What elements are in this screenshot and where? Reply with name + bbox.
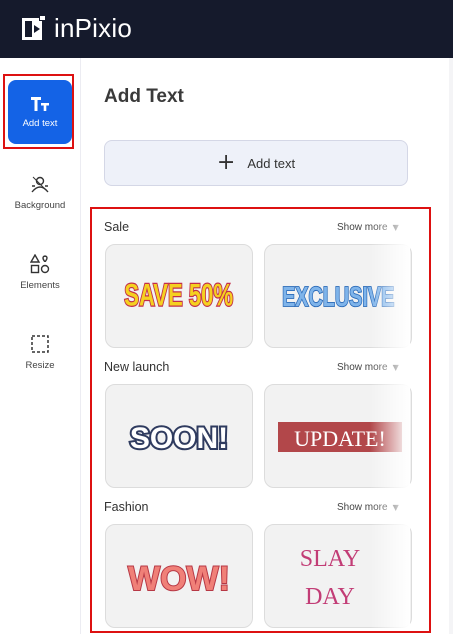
text-preset-exclusive[interactable]: EXCLUSIVE [264,244,412,348]
preset-art: SAVE 50% [123,277,234,314]
preset-text: SOON! [130,422,228,455]
section-title-new-launch: New launch [104,360,170,374]
preset-text: UPDATE! [294,426,386,451]
chevron-down-icon: ▼ [392,363,399,372]
show-more-label: Show more [337,362,388,373]
rail-item-label: Elements [20,279,60,291]
text-preset-update[interactable]: UPDATE! [264,384,412,488]
rail-item-label: Add text [22,117,58,129]
rail-item-elements[interactable]: Elements [8,240,72,304]
show-more-label: Show more [337,222,388,233]
app-name: inPixio [54,13,132,43]
preset-text: WOW! [128,560,230,598]
resize-icon [31,334,49,353]
top-bar: inPixio [0,0,453,58]
add-text-button-label: Add text [247,155,296,171]
chevron-down-icon: ▼ [392,503,399,512]
text-type-icon [31,96,49,111]
show-more-new-launch[interactable]: Show more ▼ [337,362,399,373]
text-preset-soon[interactable]: SOON! [105,384,253,488]
chevron-down-icon: ▼ [392,223,399,232]
rail-item-resize[interactable]: Resize [8,320,72,384]
background-icon [31,176,49,192]
rail-item-add-text[interactable]: Add text [8,80,72,144]
text-preset-wow[interactable]: WOW! [105,524,253,628]
add-text-button[interactable]: + Add text [104,140,408,186]
plus-icon: + [216,150,236,175]
rail-item-label: Resize [25,359,55,371]
show-more-sale[interactable]: Show more ▼ [337,222,399,233]
preset-art: UPDATE! [278,422,402,452]
preset-art: WOW! [127,559,231,599]
rail-item-label: Background [14,199,66,211]
preset-art: EXCLUSIVE [281,281,395,314]
text-preset-slay-day[interactable]: SLAY DAY [264,524,412,628]
preset-art: SLAY DAY [300,546,360,610]
panel-title: Add Text [104,86,184,107]
preset-text: SAVE 50% [124,278,233,313]
show-more-fashion[interactable]: Show more ▼ [337,502,399,513]
text-preset-save-50[interactable]: SAVE 50% [105,244,253,348]
shapes-icon [30,253,50,273]
section-title-sale: Sale [104,220,130,234]
rail-item-background[interactable]: Background [8,160,72,224]
preset-art: SOON! [128,420,230,457]
tool-rail: Add text Background Elements Resize [0,58,81,634]
section-title-fashion: Fashion [104,500,149,514]
app-logo[interactable]: inPixio [20,13,132,44]
preset-text: DAY [305,584,355,610]
logo-icon [22,15,45,40]
canvas-edge [449,58,453,634]
preset-text: EXCLUSIVE [282,282,394,313]
show-more-label: Show more [337,502,388,513]
preset-text: SLAY [300,546,360,572]
